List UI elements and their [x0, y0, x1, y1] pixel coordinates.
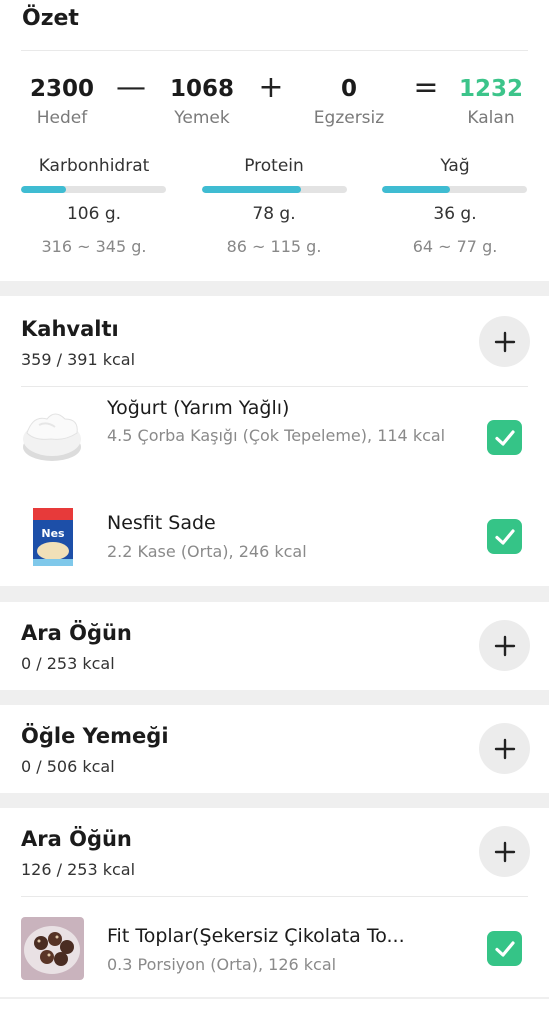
- food-checkbox[interactable]: [487, 519, 522, 554]
- summary-card: Özet 2300 Hedef — 1068 Yemek + 0 Egzersi…: [0, 0, 549, 281]
- meal-title: Öğle Yemeği: [21, 724, 169, 748]
- macro-fat-bar: [382, 186, 527, 193]
- cereal-box-icon: Nes: [21, 505, 84, 568]
- macro-fat-name: Yağ: [440, 156, 470, 176]
- food-checkbox[interactable]: [487, 420, 522, 455]
- remaining-value: 1232: [458, 76, 523, 102]
- plus-icon: [494, 841, 515, 862]
- food-name[interactable]: Yoğurt (Yarım Yağlı): [107, 397, 289, 419]
- macro-carb-value: 106 g.: [66, 204, 122, 224]
- macro-carb-bar: [21, 186, 166, 193]
- meal-kcal: 359 / 391 kcal: [21, 350, 136, 369]
- plus-icon: [494, 635, 515, 656]
- chocolate-balls-icon: [21, 917, 84, 980]
- macro-protein-range: 86 ~ 115 g.: [226, 237, 322, 256]
- meal-kcal: 126 / 253 kcal: [21, 860, 136, 879]
- meal-card-lunch: Öğle Yemeği 0 / 506 kcal: [0, 705, 549, 793]
- macro-carb-range: 316 ~ 345 g.: [41, 237, 147, 256]
- food-name[interactable]: Fit Toplar(Şekersiz Çikolata To...: [107, 925, 405, 947]
- meal-kcal: 0 / 506 kcal: [21, 757, 115, 776]
- macro-protein-bar: [202, 186, 347, 193]
- divider: [0, 997, 549, 999]
- meal-title: Ara Öğün: [21, 827, 132, 851]
- plus-operator: +: [258, 70, 284, 105]
- meal-kcal: 0 / 253 kcal: [21, 654, 115, 673]
- divider: [21, 50, 528, 51]
- add-food-button[interactable]: [479, 316, 530, 367]
- macro-fat-range: 64 ~ 77 g.: [412, 237, 498, 256]
- goal-value: 2300: [29, 76, 94, 102]
- summary-title: Özet: [22, 6, 79, 31]
- meal-card-snack-2: Ara Öğün 126 / 253 kcal Fit Toplar(Şeker…: [0, 808, 549, 1024]
- meal-title: Kahvaltı: [21, 317, 119, 341]
- checkmark-icon: [494, 528, 515, 545]
- food-name[interactable]: Nesfit Sade: [107, 512, 216, 534]
- meal-title: Ara Öğün: [21, 621, 132, 645]
- food-label: Yemek: [174, 108, 230, 128]
- food-detail: 2.2 Kase (Orta), 246 kcal: [107, 542, 307, 561]
- meal-card-breakfast: Kahvaltı 359 / 391 kcal Yoğurt (Yarım Ya…: [0, 296, 549, 586]
- remaining-label: Kalan: [467, 108, 515, 128]
- svg-text:Nes: Nes: [41, 527, 65, 540]
- macro-protein-value: 78 g.: [252, 204, 296, 224]
- goal-label: Hedef: [36, 108, 88, 128]
- exercise-value: 0: [340, 76, 357, 102]
- add-food-button[interactable]: [479, 826, 530, 877]
- food-checkbox[interactable]: [487, 931, 522, 966]
- food-detail: 4.5 Çorba Kaşığı (Çok Tepeleme), 114 kca…: [107, 426, 446, 445]
- food-detail: 0.3 Porsiyon (Orta), 126 kcal: [107, 955, 337, 974]
- food-value: 1068: [169, 76, 234, 102]
- meal-card-snack-1: Ara Öğün 0 / 253 kcal: [0, 602, 549, 690]
- checkmark-icon: [494, 429, 515, 446]
- add-food-button[interactable]: [479, 620, 530, 671]
- macro-fat-value: 36 g.: [433, 204, 477, 224]
- plus-icon: [494, 738, 515, 759]
- divider: [21, 896, 528, 897]
- macro-carb-name: Karbonhidrat: [38, 156, 150, 176]
- divider: [21, 386, 528, 387]
- add-food-button[interactable]: [479, 723, 530, 774]
- checkmark-icon: [494, 940, 515, 957]
- plus-icon: [494, 331, 515, 352]
- yogurt-bowl-icon: [21, 403, 84, 466]
- exercise-label: Egzersiz: [313, 108, 385, 128]
- macro-protein-name: Protein: [244, 156, 304, 176]
